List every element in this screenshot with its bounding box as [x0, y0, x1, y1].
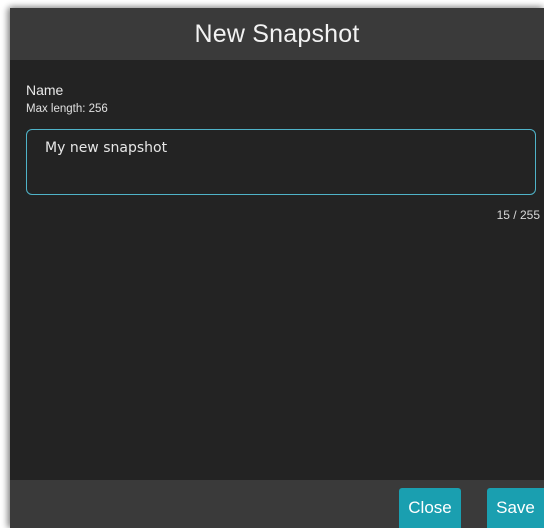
dialog-title-bar: New Snapshot — [10, 8, 544, 60]
snapshot-name-input[interactable] — [26, 129, 536, 195]
name-field-hint: Max length: 256 — [26, 103, 108, 115]
dialog-title: New Snapshot — [194, 19, 360, 48]
new-snapshot-dialog: New Snapshot Name Max length: 256 15 / 2… — [10, 8, 544, 528]
character-counter: 15 / 255 — [496, 208, 540, 222]
dialog-footer: Close Save — [10, 480, 544, 528]
close-button[interactable]: Close — [399, 488, 461, 528]
save-button[interactable]: Save — [487, 488, 544, 528]
dialog-body: Name Max length: 256 15 / 255 — [10, 60, 544, 480]
name-field-label: Name — [26, 82, 64, 98]
